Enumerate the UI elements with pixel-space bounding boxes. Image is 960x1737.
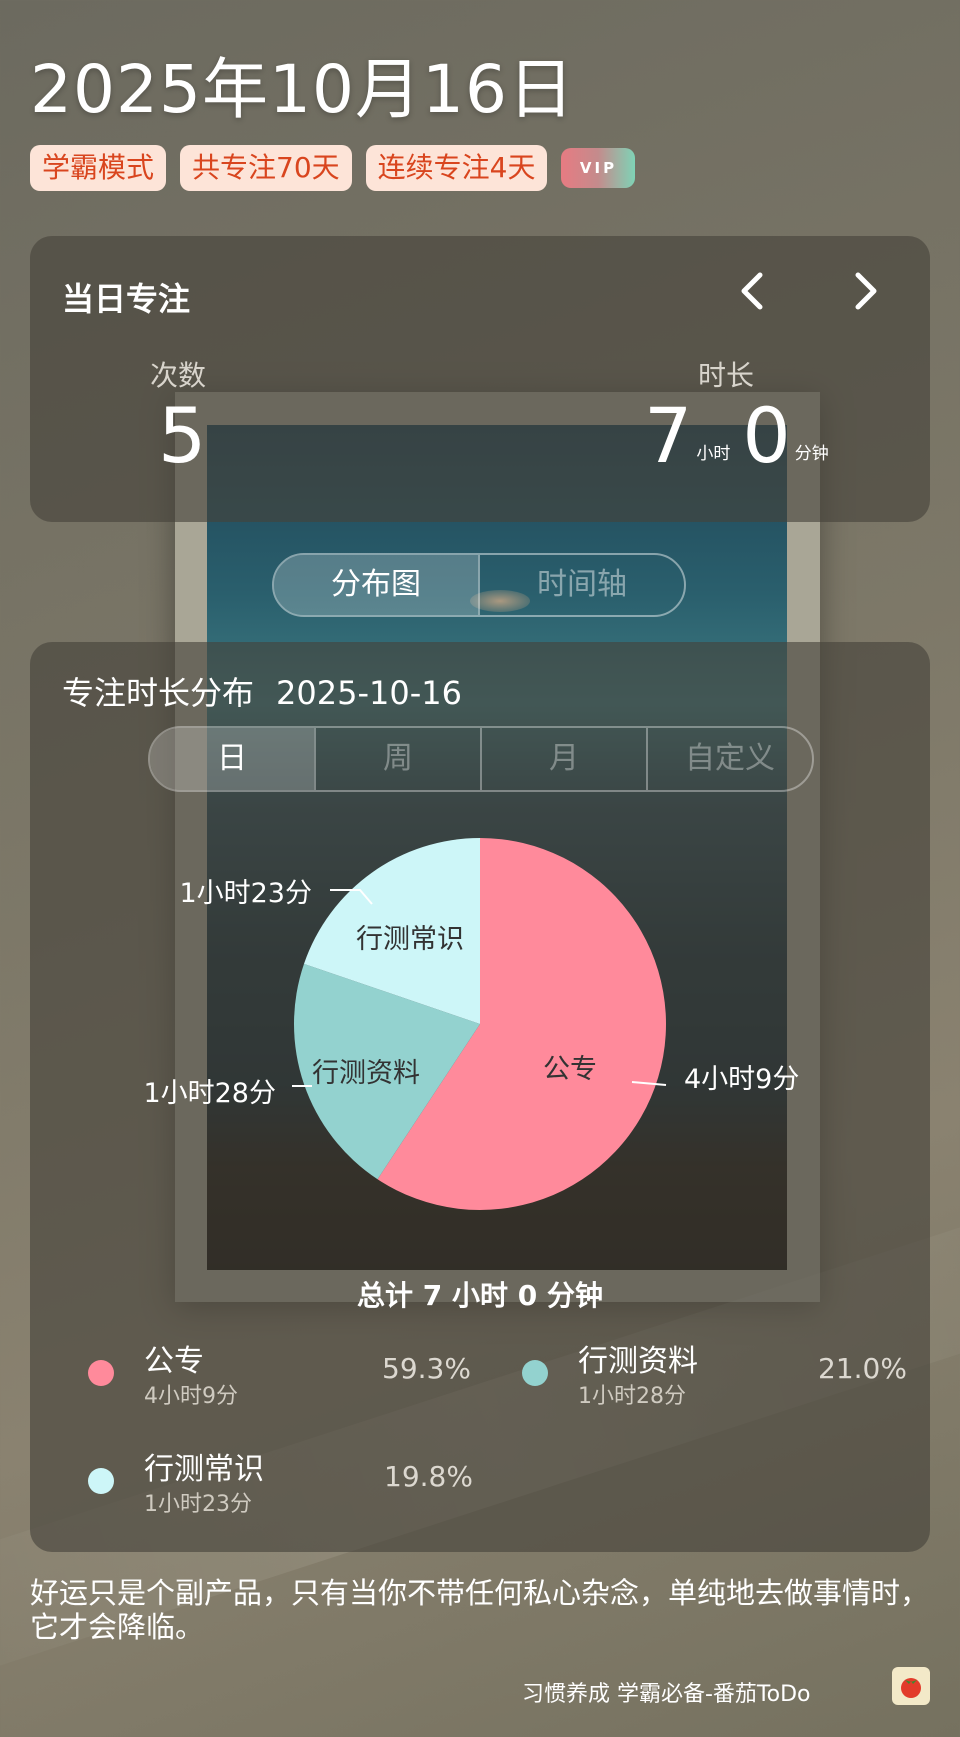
prev-day-button[interactable]	[728, 266, 778, 316]
duration-label: 时长	[698, 359, 755, 392]
chevron-left-icon	[741, 272, 763, 310]
legend-dot	[88, 1468, 114, 1494]
next-day-button[interactable]	[840, 266, 890, 316]
legend-item: 公专 4小时9分	[88, 1342, 238, 1412]
pie-slice-label: 公专	[543, 1054, 597, 1085]
count-label: 次数	[150, 359, 207, 392]
duration-minutes: 0	[742, 391, 791, 480]
badge-streak-days: 连续专注4天	[365, 145, 548, 191]
legend-duration: 1小时23分	[144, 1492, 252, 1517]
legend-percent: 59.3%	[382, 1352, 471, 1385]
tab-distribution[interactable]: 分布图	[274, 555, 478, 615]
footer-brand: 习惯养成 学霸必备-番茄ToDo	[522, 1682, 811, 1707]
duration-hours-unit: 小时	[696, 444, 731, 464]
legend-duration: 4小时9分	[144, 1384, 238, 1409]
distribution-card: 专注时长分布 2025-10-16 日 周 月 自定义 公专 4小时9分 行测资料 1小…	[30, 642, 930, 1552]
duration-hours: 7	[644, 391, 693, 480]
badge-mode[interactable]: 学霸模式	[30, 145, 167, 191]
pie-slice-label: 行测常识	[356, 924, 464, 955]
daily-focus-card: 当日专注 次数 时长 5 7 小时 0 分钟	[30, 236, 930, 522]
pie-slice-label: 行测资料	[312, 1058, 420, 1089]
view-switch: 分布图 时间轴	[272, 553, 686, 617]
pie-value-label: 4小时9分	[684, 1064, 799, 1095]
legend-name: 行测资料	[578, 1344, 698, 1379]
tomato-logo-icon	[892, 1667, 930, 1705]
count-value: 5	[158, 391, 207, 480]
legend-percent: 21.0%	[818, 1352, 907, 1385]
duration-value: 7 小时 0 分钟	[644, 398, 841, 474]
tomato-icon	[901, 1678, 921, 1698]
motivational-quote: 好运只是个副产品，只有当你不带任何私心杂念，单纯地去做事情时，它才会降临。	[30, 1576, 930, 1644]
tab-timeline[interactable]: 时间轴	[478, 555, 684, 615]
chevron-right-icon	[855, 272, 877, 310]
legend-duration: 1小时28分	[578, 1384, 686, 1409]
legend-name: 行测常识	[144, 1452, 264, 1487]
legend-percent: 19.8%	[384, 1460, 473, 1493]
vip-badge[interactable]: VIP	[561, 148, 636, 188]
pie-value-label: 1小时28分	[143, 1078, 276, 1109]
page-date-title: 2025年10月16日	[30, 51, 575, 128]
legend-dot	[88, 1360, 114, 1386]
daily-focus-title: 当日专注	[62, 280, 191, 318]
legend-item: 行测常识 1小时23分	[88, 1450, 264, 1520]
legend-dot	[522, 1360, 548, 1386]
pie-value-label: 1小时23分	[179, 878, 312, 909]
badge-total-days: 共专注70天	[180, 145, 352, 191]
legend-name: 公专	[144, 1344, 204, 1379]
total-duration: 总计 7 小时 0 分钟	[357, 1279, 603, 1312]
duration-minutes-unit: 分钟	[794, 444, 829, 464]
legend-item: 行测资料 1小时28分	[522, 1342, 698, 1412]
status-badges: 学霸模式 共专注70天 连续专注4天 VIP	[30, 145, 636, 191]
